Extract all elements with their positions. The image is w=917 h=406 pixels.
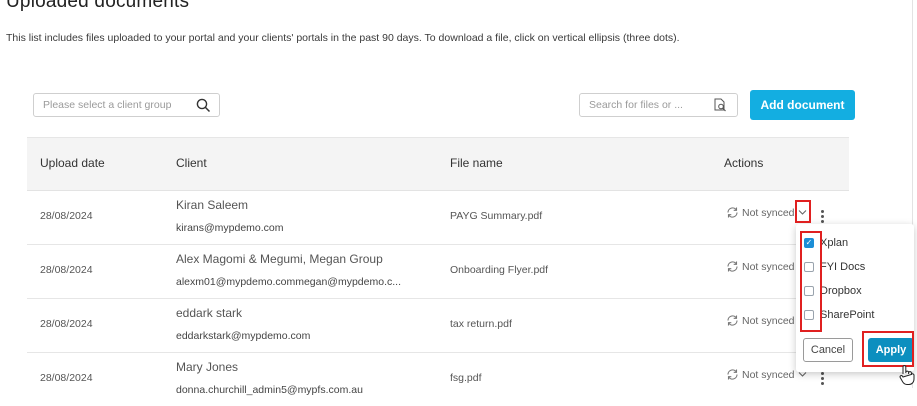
more-options-icon[interactable] — [819, 372, 825, 385]
column-upload-date: Upload date — [40, 156, 105, 170]
upload-date: 28/08/2024 — [40, 264, 93, 276]
highlight-chevron — [795, 200, 811, 223]
sync-status-label: Not synced — [742, 206, 795, 219]
sync-option-label: Xplan — [820, 237, 849, 249]
page-title: Uploaded documents — [6, 0, 190, 12]
upload-date: 28/08/2024 — [40, 318, 93, 330]
table-row: 28/08/2024 eddark stark eddarkstark@mypd… — [27, 299, 849, 353]
highlight-apply — [862, 331, 914, 367]
documents-table: Upload date Client File name Actions 28/… — [27, 137, 849, 406]
document-search-icon[interactable] — [713, 98, 727, 115]
client-name: Mary Jones — [176, 360, 239, 374]
hand-cursor-icon — [899, 365, 915, 385]
client-name: eddark stark — [176, 306, 243, 320]
search-icon[interactable] — [196, 98, 211, 116]
page-description: This list includes files uploaded to you… — [6, 32, 680, 44]
table-row: 28/08/2024 Alex Magomi & Megumi, Megan G… — [27, 245, 849, 299]
sync-option-label: FYI Docs — [820, 261, 866, 273]
sync-icon — [727, 369, 738, 380]
more-options-icon[interactable] — [819, 210, 825, 223]
upload-date: 28/08/2024 — [40, 210, 93, 222]
client-email: donna.churchill_admin5@mypfs.com.au — [176, 384, 363, 396]
column-file-name: File name — [450, 156, 503, 170]
upload-date: 28/08/2024 — [40, 372, 93, 384]
client-email: eddarkstark@mypdemo.com — [176, 330, 311, 342]
cancel-button[interactable]: Cancel — [803, 338, 853, 362]
table-row: 28/08/2024 Kiran Saleem kirans@mypdemo.c… — [27, 191, 849, 245]
table-row: 28/08/2024 Mary Jones donna.churchill_ad… — [27, 353, 849, 406]
highlight-checkboxes — [800, 231, 822, 332]
sync-icon — [727, 207, 738, 218]
client-email: kirans@mypdemo.com — [176, 222, 284, 234]
add-document-button[interactable]: Add document — [750, 90, 855, 120]
client-group-placeholder: Please select a client group — [43, 99, 172, 111]
sync-status-label: Not synced — [742, 314, 795, 327]
file-search-placeholder: Search for files or ... — [589, 99, 683, 111]
column-actions: Actions — [724, 156, 764, 170]
file-search-input[interactable]: Search for files or ... — [579, 93, 738, 117]
file-name[interactable]: PAYG Summary.pdf — [450, 210, 542, 222]
sync-status[interactable]: Not synced — [726, 260, 795, 273]
client-group-select[interactable]: Please select a client group — [33, 93, 220, 117]
table-header: Upload date Client File name Actions — [27, 137, 849, 191]
file-name[interactable]: Onboarding Flyer.pdf — [450, 264, 548, 276]
sync-status-label: Not synced — [742, 260, 795, 273]
sync-status-label: Not synced — [742, 368, 795, 381]
chevron-down-icon[interactable] — [798, 371, 807, 378]
file-name[interactable]: tax return.pdf — [450, 318, 512, 330]
file-name[interactable]: fsg.pdf — [450, 372, 482, 384]
sync-status[interactable]: Not synced — [726, 314, 795, 327]
sync-status[interactable]: Not synced — [726, 368, 807, 381]
sync-option-label: Dropbox — [820, 285, 862, 297]
client-email: alexm01@mypdemo.commegan@mypdemo.c... — [176, 276, 401, 288]
client-name: Alex Magomi & Megumi, Megan Group — [176, 252, 383, 266]
sync-icon — [727, 261, 738, 272]
sync-option-label: SharePoint — [820, 309, 875, 321]
sync-icon — [727, 315, 738, 326]
client-name: Kiran Saleem — [176, 198, 249, 212]
column-client: Client — [176, 156, 207, 170]
